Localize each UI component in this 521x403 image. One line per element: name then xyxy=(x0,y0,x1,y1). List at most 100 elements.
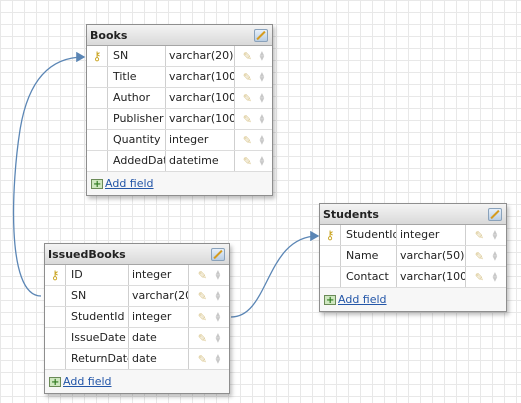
sort-arrows-icon[interactable]: ▲ ▼ xyxy=(260,114,265,125)
field-row[interactable]: StudentId integer ✎ ▲ ▼ xyxy=(45,307,229,328)
add-field-row[interactable]: Add field xyxy=(45,370,229,394)
field-name[interactable]: StudentId xyxy=(341,225,397,245)
field-row[interactable]: Author varchar(100) ✎ ▲ ▼ xyxy=(87,88,272,109)
field-type[interactable]: integer xyxy=(166,130,235,150)
field-row[interactable]: SNvarchar(20) ✎ ▲▼ xyxy=(45,286,229,307)
sort-arrows-icon[interactable]: ▲ ▼ xyxy=(260,135,265,146)
key-icon: ⚷ xyxy=(50,268,60,282)
field-type[interactable]: integer xyxy=(397,225,466,245)
field-row[interactable]: ⚷ StudentId integer ✎ ▲ ▼ xyxy=(320,225,506,246)
field-name[interactable]: Contact xyxy=(341,267,397,287)
field-row[interactable]: Publisher varchar(100) ✎ ▲ ▼ xyxy=(87,109,272,130)
add-field-row[interactable]: Add field xyxy=(87,172,272,196)
add-field-icon[interactable] xyxy=(324,290,336,312)
sort-arrows-icon[interactable]: ▲ ▼ xyxy=(493,251,498,262)
pencil-icon[interactable]: ✎ xyxy=(198,354,207,365)
field-type[interactable]: date xyxy=(129,328,189,348)
field-row[interactable]: Title varchar(100) ✎ ▲ ▼ xyxy=(87,67,272,88)
field-actions: ✎ ▲ ▼ xyxy=(235,109,272,129)
edit-table-icon[interactable] xyxy=(254,29,268,42)
field-name[interactable]: ID xyxy=(66,265,129,285)
field-name[interactable]: Author xyxy=(108,88,166,108)
key-cell: ⚷ xyxy=(320,225,341,245)
students-table[interactable]: Students ⚷ StudentId integer ✎ ▲ ▼ Name varchar… xyxy=(319,203,507,312)
field-actions: ✎ ▲ ▼ xyxy=(189,307,229,327)
pencil-icon[interactable]: ✎ xyxy=(475,251,484,262)
pencil-icon[interactable]: ✎ xyxy=(198,291,207,302)
pencil-icon[interactable]: ✎ xyxy=(243,114,252,125)
sort-arrows-icon[interactable]: ▲ ▼ xyxy=(260,72,265,83)
edit-table-icon[interactable] xyxy=(211,248,225,261)
field-row[interactable]: IssueDate date ✎ ▲ ▼ xyxy=(45,328,229,349)
field-row[interactable]: ⚷ SN varchar(20) ✎ ▲ ▼ xyxy=(87,46,272,67)
pencil-icon[interactable]: ✎ xyxy=(243,51,252,62)
field-name[interactable]: Name xyxy=(341,246,397,266)
edit-table-icon[interactable] xyxy=(488,208,502,221)
add-field-link[interactable]: Add field xyxy=(105,173,154,195)
sort-arrows-icon[interactable]: ▲ ▼ xyxy=(216,270,221,281)
books-table[interactable]: Books ⚷ SN varchar(20) ✎ ▲ ▼ Title varchar(100)… xyxy=(86,24,273,196)
field-type[interactable]: varchar(100) xyxy=(166,67,235,87)
field-type[interactable]: date xyxy=(129,349,189,369)
field-row[interactable]: Contact varchar(100) ✎ ▲ ▼ xyxy=(320,267,506,288)
field-name[interactable]: SN xyxy=(108,46,166,66)
field-actions: ✎ ▲ ▼ xyxy=(466,225,506,245)
field-row[interactable]: Quantity integer ✎ ▲ ▼ xyxy=(87,130,272,151)
sort-arrows-icon[interactable]: ▲ ▼ xyxy=(493,230,498,241)
key-cell xyxy=(320,246,341,266)
field-list: ⚷ SN varchar(20) ✎ ▲ ▼ Title varchar(100) ✎ ▲ ▼ Aut… xyxy=(87,46,272,172)
field-type[interactable]: datetime xyxy=(166,151,235,171)
field-type[interactable]: varchar(50) xyxy=(397,246,466,266)
sort-arrows-icon[interactable]: ▲ ▼ xyxy=(216,291,221,302)
add-field-link[interactable]: Add field xyxy=(338,289,387,311)
add-field-icon[interactable] xyxy=(91,174,103,196)
key-cell xyxy=(87,151,108,171)
field-row[interactable]: Name varchar(50) ✎ ▲ ▼ xyxy=(320,246,506,267)
sort-arrows-icon[interactable]: ▲ ▼ xyxy=(216,312,221,323)
pencil-icon[interactable]: ✎ xyxy=(198,312,207,323)
students-table-header[interactable]: Students xyxy=(320,204,506,225)
add-field-row[interactable]: Add field xyxy=(320,288,506,312)
field-name[interactable]: IssueDate xyxy=(66,328,129,348)
field-name[interactable]: StudentId xyxy=(66,307,129,327)
field-row[interactable]: ReturnDate date ✎ ▲ ▼ xyxy=(45,349,229,370)
pencil-icon[interactable]: ✎ xyxy=(243,135,252,146)
add-field-icon[interactable] xyxy=(49,372,61,394)
field-type[interactable]: varchar(100) xyxy=(166,109,235,129)
pencil-icon[interactable]: ✎ xyxy=(198,333,207,344)
issuedbooks-table-header[interactable]: IssuedBooks xyxy=(45,244,229,265)
field-actions: ✎ ▲ ▼ xyxy=(235,151,272,171)
sort-arrows-icon[interactable]: ▲ ▼ xyxy=(260,51,265,62)
pencil-icon[interactable]: ✎ xyxy=(475,272,484,283)
field-type[interactable]: integer xyxy=(129,307,189,327)
field-name[interactable]: SN xyxy=(66,286,129,306)
field-type[interactable]: varchar(100) xyxy=(166,88,235,108)
field-name[interactable]: Title xyxy=(108,67,166,87)
pencil-icon[interactable]: ✎ xyxy=(475,230,484,241)
sort-arrows-icon[interactable]: ▲ ▼ xyxy=(216,354,221,365)
issuedbooks-table[interactable]: IssuedBooks ⚷IDinteger✎▲▼SNvarchar(20)✎▲… xyxy=(44,243,230,394)
field-type[interactable]: integer xyxy=(129,265,189,285)
pencil-icon[interactable]: ✎ xyxy=(243,93,252,104)
sort-arrows-icon[interactable]: ▲ ▼ xyxy=(493,272,498,283)
field-type[interactable]: varchar(20) xyxy=(166,46,235,66)
field-name[interactable]: Publisher xyxy=(108,109,166,129)
key-cell xyxy=(87,88,108,108)
field-row[interactable]: AddedDatedatetime ✎ ▲▼ xyxy=(87,151,272,172)
field-type[interactable]: varchar(100) xyxy=(397,267,466,287)
field-type[interactable]: varchar(20) xyxy=(129,286,189,306)
field-list: ⚷ StudentId integer ✎ ▲ ▼ Name varchar(50) ✎ ▲ ▼ Co… xyxy=(320,225,506,288)
key-cell: ⚷ xyxy=(45,265,66,285)
field-name[interactable]: ReturnDate xyxy=(66,349,129,369)
sort-arrows-icon[interactable]: ▲ ▼ xyxy=(260,93,265,104)
pencil-icon[interactable]: ✎ xyxy=(243,156,252,167)
pencil-icon[interactable]: ✎ xyxy=(243,72,252,83)
field-name[interactable]: AddedDate xyxy=(108,151,166,171)
add-field-link[interactable]: Add field xyxy=(63,371,112,393)
sort-arrows-icon[interactable]: ▲ ▼ xyxy=(260,156,265,167)
sort-arrows-icon[interactable]: ▲ ▼ xyxy=(216,333,221,344)
field-name[interactable]: Quantity xyxy=(108,130,166,150)
books-table-header[interactable]: Books xyxy=(87,25,272,46)
pencil-icon[interactable]: ✎ xyxy=(198,270,207,281)
field-row[interactable]: ⚷ ID integer ✎ ▲ ▼ xyxy=(45,265,229,286)
